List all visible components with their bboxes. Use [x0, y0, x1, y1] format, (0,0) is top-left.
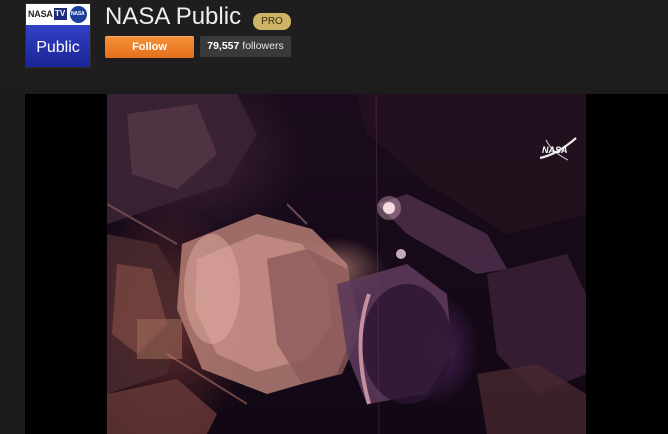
nasa-watermark-icon: NASA [538, 134, 578, 169]
video-frame[interactable] [107, 94, 586, 434]
nasa-watermark-text: NASA [542, 145, 568, 155]
pro-badge: PRO [253, 13, 291, 30]
followers-label: followers [242, 40, 284, 52]
follow-button[interactable]: Follow [105, 36, 194, 58]
space-station-scene [107, 94, 586, 434]
video-player[interactable]: NASA [25, 94, 668, 434]
channel-avatar[interactable]: NASA TV NASA Public [25, 3, 91, 68]
logo-nasa-text: NASA [28, 9, 53, 19]
channel-header [0, 0, 668, 82]
logo-tv-text: TV [55, 9, 66, 18]
followers-number: 79,557 [207, 40, 240, 52]
logo-public-text: Public [36, 39, 80, 56]
logo-meatball-text: NASA [71, 11, 85, 17]
followers-count: 79,557 followers [200, 36, 291, 57]
channel-title[interactable]: NASA Public [105, 3, 241, 31]
